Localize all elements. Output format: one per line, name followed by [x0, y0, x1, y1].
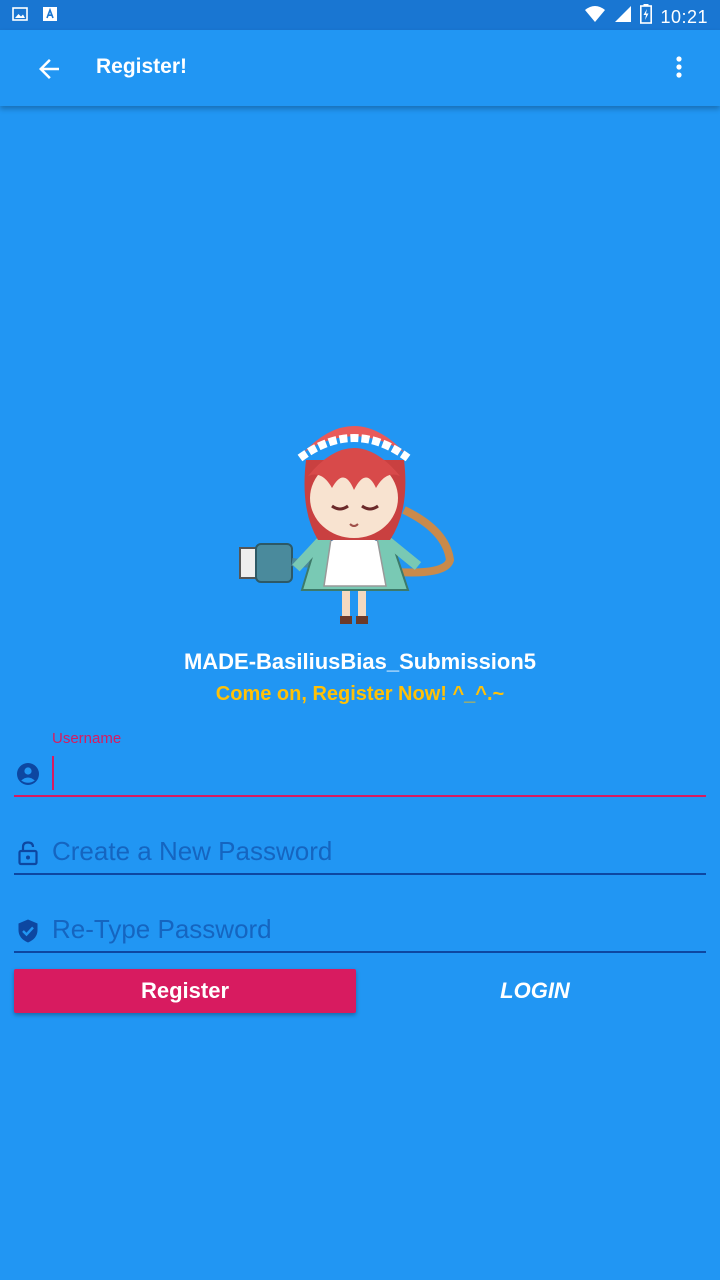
lock-open-icon — [16, 840, 40, 871]
cell-signal-icon — [614, 5, 632, 28]
retype-password-underline — [14, 951, 706, 953]
image-notification-icon — [12, 6, 28, 27]
username-label: Username — [52, 730, 122, 747]
status-time: 10:21 — [660, 6, 708, 27]
mascot-image — [236, 400, 460, 632]
register-button[interactable]: Register — [14, 969, 356, 1013]
retype-password-field[interactable]: Re-Type Password — [14, 904, 706, 954]
app-name: MADE-BasiliusBias_Submission5 — [183, 649, 537, 674]
tagline: Come on, Register Now! ^_^.~ — [215, 683, 505, 705]
account-circle-icon — [16, 762, 40, 791]
app-bar: Register! — [0, 30, 720, 106]
username-underline — [14, 795, 706, 797]
password-field[interactable]: Create a New Password — [14, 826, 706, 876]
username-field[interactable]: Username — [14, 728, 706, 800]
page-title: Register! — [96, 55, 188, 78]
retype-password-input[interactable]: Re-Type Password — [52, 914, 272, 945]
password-input[interactable]: Create a New Password — [52, 836, 332, 867]
login-button[interactable]: LOGIN — [364, 969, 706, 1013]
status-bar: 10:21 — [0, 0, 720, 30]
wifi-icon — [584, 5, 606, 28]
verified-shield-icon — [16, 918, 40, 949]
arrow-back-icon[interactable] — [34, 54, 64, 84]
more-vert-icon[interactable] — [672, 54, 686, 82]
text-notification-icon — [42, 6, 58, 27]
text-cursor — [52, 756, 54, 790]
password-underline — [14, 873, 706, 875]
battery-charging-icon — [640, 4, 653, 29]
